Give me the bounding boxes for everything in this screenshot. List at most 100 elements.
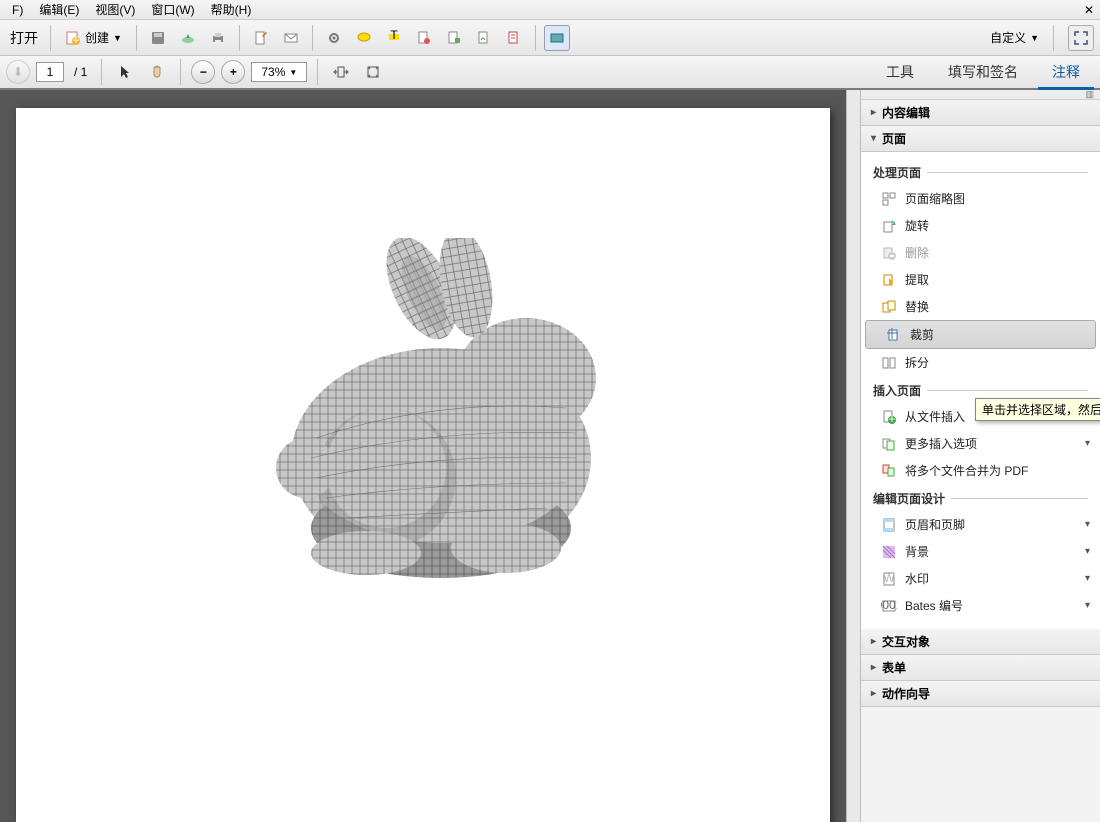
pointer-icon[interactable]	[112, 59, 138, 85]
svg-text:+: +	[72, 33, 79, 46]
svg-text:0001: 0001	[881, 598, 897, 612]
main-toolbar: 打开 + 创建 ▼ T 自定义 ▼	[0, 20, 1100, 56]
item-extract[interactable]: 提取	[861, 266, 1100, 293]
item-bates[interactable]: 0001 Bates 编号 ▾	[861, 592, 1100, 619]
menubar: F) 编辑(E) 视图(V) 窗口(W) 帮助(H) ✕	[0, 0, 1100, 20]
vertical-scrollbar[interactable]	[846, 90, 860, 822]
menu-edit[interactable]: 编辑(E)	[31, 0, 87, 20]
item-label: 页面缩略图	[905, 190, 965, 207]
watermark-icon: W	[881, 571, 897, 587]
item-replace[interactable]: 替换	[861, 293, 1100, 320]
item-crop[interactable]: 裁剪	[865, 320, 1096, 349]
more-insert-icon	[881, 436, 897, 452]
item-thumbnails[interactable]: 页面缩略图	[861, 185, 1100, 212]
tab-comment[interactable]: 注释	[1038, 56, 1094, 90]
split-icon	[881, 355, 897, 371]
item-label: 水印	[905, 570, 929, 587]
rotate-icon	[881, 218, 897, 234]
separator	[101, 59, 102, 85]
separator	[136, 25, 137, 51]
item-split[interactable]: 拆分	[861, 349, 1100, 376]
crop-icon	[886, 327, 902, 343]
separator	[180, 59, 181, 85]
item-label: 从文件插入	[905, 408, 965, 425]
custom-tools-dropdown[interactable]: 自定义 ▼	[984, 29, 1045, 46]
item-label: 替换	[905, 298, 929, 315]
item-rotate[interactable]: 旋转	[861, 212, 1100, 239]
comment-icon[interactable]	[351, 25, 377, 51]
main-area: ▥ ▸ 内容编辑 ▾ 页面 处理页面 页面缩略图 旋转 删除	[0, 90, 1100, 822]
combine-icon	[881, 463, 897, 479]
cloud-icon[interactable]	[175, 25, 201, 51]
item-label: 裁剪	[910, 326, 934, 343]
group-process-pages: 处理页面	[861, 158, 1100, 185]
bates-icon: 0001	[881, 598, 897, 614]
save-icon[interactable]	[145, 25, 171, 51]
section-action-wizard[interactable]: ▸ 动作向导	[861, 681, 1100, 707]
edit-doc-icon[interactable]	[248, 25, 274, 51]
form-icon[interactable]	[501, 25, 527, 51]
email-icon[interactable]	[278, 25, 304, 51]
separator	[1053, 25, 1054, 51]
group-page-design: 编辑页面设计	[861, 484, 1100, 511]
fit-width-icon[interactable]	[328, 59, 354, 85]
separator	[239, 25, 240, 51]
item-background[interactable]: 背景 ▾	[861, 538, 1100, 565]
section-forms[interactable]: ▸ 表单	[861, 655, 1100, 681]
customize-icon[interactable]	[544, 25, 570, 51]
sign-icon[interactable]	[471, 25, 497, 51]
open-button[interactable]: 打开	[6, 28, 42, 48]
tab-tools[interactable]: 工具	[872, 55, 928, 89]
section-content-edit[interactable]: ▸ 内容编辑	[861, 100, 1100, 126]
item-label: 更多插入选项	[905, 435, 977, 452]
sidebar-options-icon[interactable]: ▥	[861, 90, 1100, 100]
dropdown-icon: ▼	[113, 33, 122, 43]
crop-tooltip: 单击并选择区域，然后双击以裁	[975, 398, 1100, 421]
section-interactive[interactable]: ▸ 交互对象	[861, 629, 1100, 655]
menu-file[interactable]: F)	[4, 1, 31, 19]
chevron-down-icon: ▾	[1085, 519, 1090, 530]
create-button[interactable]: + 创建 ▼	[59, 29, 128, 46]
item-header-footer[interactable]: 页眉和页脚 ▾	[861, 511, 1100, 538]
fit-page-icon[interactable]	[360, 59, 386, 85]
highlight-icon[interactable]: T	[381, 25, 407, 51]
separator	[317, 59, 318, 85]
menu-view[interactable]: 视图(V)	[87, 0, 143, 20]
page-total-label: / 1	[70, 65, 91, 79]
zoom-level-dropdown[interactable]: 73% ▼	[251, 62, 307, 82]
chevron-down-icon: ▾	[871, 133, 876, 144]
menu-help[interactable]: 帮助(H)	[203, 0, 260, 20]
attach-icon[interactable]	[441, 25, 467, 51]
print-icon[interactable]	[205, 25, 231, 51]
close-icon[interactable]: ✕	[1082, 3, 1096, 17]
tools-sidebar: ▥ ▸ 内容编辑 ▾ 页面 处理页面 页面缩略图 旋转 删除	[860, 90, 1100, 822]
section-label: 交互对象	[882, 633, 930, 650]
item-label: Bates 编号	[905, 597, 963, 614]
section-label: 页面	[882, 130, 906, 147]
fullscreen-icon[interactable]	[1068, 25, 1094, 51]
item-combine-pdf[interactable]: 将多个文件合并为 PDF	[861, 457, 1100, 484]
item-label: 背景	[905, 543, 929, 560]
page-number-input[interactable]	[36, 62, 64, 82]
header-footer-icon	[881, 517, 897, 533]
tab-fill-sign[interactable]: 填写和签名	[934, 55, 1032, 89]
chevron-right-icon: ▸	[871, 688, 876, 699]
item-watermark[interactable]: W 水印 ▾	[861, 565, 1100, 592]
separator	[535, 25, 536, 51]
section-pages[interactable]: ▾ 页面	[861, 126, 1100, 152]
prev-view-icon[interactable]: ⬇	[6, 60, 30, 84]
item-label: 提取	[905, 271, 929, 288]
item-more-insert[interactable]: 更多插入选项 ▾	[861, 430, 1100, 457]
custom-label: 自定义	[990, 29, 1026, 46]
zoom-in-icon[interactable]: +	[221, 60, 245, 84]
hand-icon[interactable]	[144, 59, 170, 85]
menu-window[interactable]: 窗口(W)	[143, 0, 202, 20]
zoom-value: 73%	[261, 65, 285, 79]
stamp-icon[interactable]	[411, 25, 437, 51]
zoom-out-icon[interactable]: −	[191, 60, 215, 84]
delete-icon	[881, 245, 897, 261]
gear-icon[interactable]	[321, 25, 347, 51]
document-viewport[interactable]	[0, 90, 846, 822]
separator	[50, 25, 51, 51]
item-label: 删除	[905, 244, 929, 261]
